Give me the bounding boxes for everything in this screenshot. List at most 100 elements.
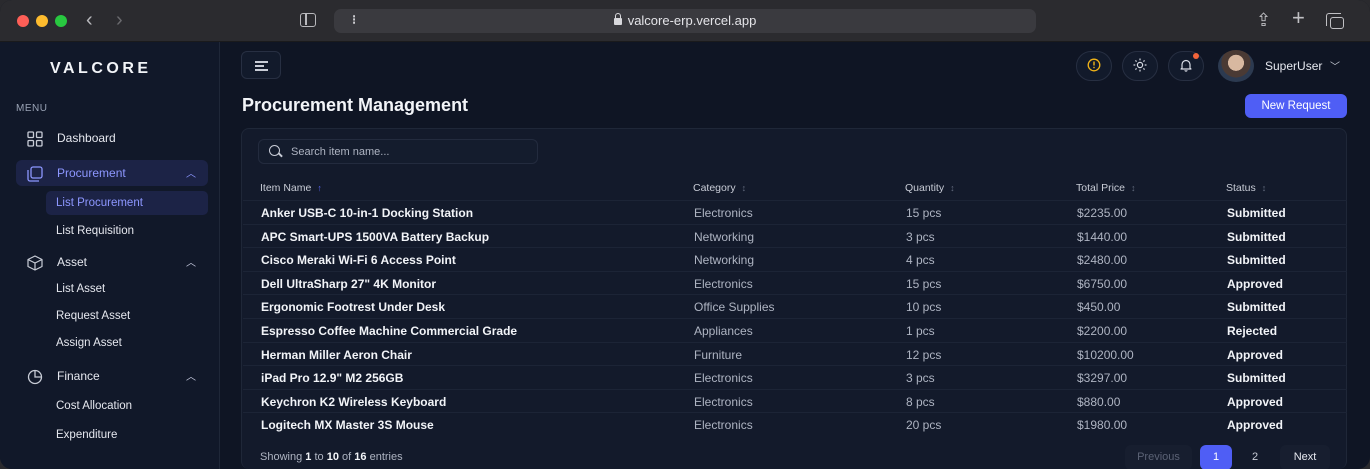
sidebar-subitem-label: Request Asset <box>56 310 131 322</box>
notification-dot <box>1193 53 1199 59</box>
forward-arrow-icon[interactable]: › <box>116 10 123 30</box>
cube-icon <box>27 255 43 271</box>
cell-total-price: $2200.00 <box>1077 324 1128 338</box>
new-request-button[interactable]: New Request <box>1245 94 1347 118</box>
table-row[interactable]: Herman Miller Aeron Chair Furniture 12 pcs… <box>243 341 1347 366</box>
sidebar-subitem-list-procurement[interactable]: List Procurement <box>46 191 208 215</box>
table-row[interactable]: iPad Pro 12.9" M2 256GB Electronics 3 pcs $… <box>243 365 1347 389</box>
search-box[interactable] <box>258 139 538 164</box>
entries-info: Showing 1 to 10 of 16 entries <box>260 451 403 463</box>
sort-icon[interactable]: ↕ <box>1131 183 1136 193</box>
entries-from: 1 <box>305 451 312 463</box>
cell-quantity: 1 pcs <box>906 324 935 338</box>
table-row[interactable]: Ergonomic Footrest Under Desk Office Supp… <box>243 294 1347 318</box>
sort-icon[interactable]: ↕ <box>950 183 955 193</box>
cell-item-name: Herman Miller Aeron Chair <box>261 347 412 362</box>
chevron-up-icon[interactable]: ︿ <box>186 368 196 383</box>
cell-item-name: Anker USB-C 10-in-1 Docking Station <box>261 206 474 220</box>
avatar[interactable] <box>1218 50 1254 82</box>
column-header-label: Category <box>693 182 736 194</box>
cell-total-price: $2480.00 <box>1077 253 1128 268</box>
page-1-button[interactable]: 1 <box>1200 445 1232 469</box>
address-bar[interactable]: ⁝ valcore-erp.vercel.app <box>334 9 1036 33</box>
entries-total: 16 <box>354 451 367 463</box>
sidebar-subitem-assign-asset[interactable]: Assign Asset <box>46 331 208 355</box>
table-row[interactable]: Dell UltraSharp 27" 4K Monitor Electronic… <box>243 270 1347 295</box>
page-2-button[interactable]: 2 <box>1240 445 1270 469</box>
entries-to-word: to <box>314 451 324 463</box>
cell-total-price: $1980.00 <box>1077 418 1128 433</box>
previous-page-button[interactable]: Previous <box>1125 445 1192 469</box>
column-header-item-name[interactable]: Item Name ↑ <box>260 182 322 194</box>
theme-toggle-button[interactable] <box>1122 51 1158 81</box>
table-row[interactable]: APC Smart-UPS 1500VA Battery Backup Netwo… <box>243 223 1347 248</box>
browser-window: ‹ › ⁝ valcore-erp.vercel.app ⇪ + VALCORE… <box>0 0 1370 469</box>
column-header-label: Item Name <box>260 182 312 194</box>
sidebar-item-asset[interactable]: Asset ︿ <box>16 249 208 275</box>
sort-icon[interactable]: ↕ <box>1262 183 1267 193</box>
sort-icon[interactable]: ↕ <box>742 183 747 193</box>
cell-status: Approved <box>1227 347 1284 362</box>
table-row[interactable]: Cisco Meraki Wi-Fi 6 Access Point Network… <box>243 247 1347 271</box>
sidebar-subitem-cost-allocation[interactable]: Cost Allocation <box>46 394 208 418</box>
column-header-quantity[interactable]: Quantity ↕ <box>905 182 955 194</box>
info-button[interactable] <box>1076 51 1112 81</box>
sidebar-subitem-label: Cost Allocation <box>56 400 133 412</box>
sidebar-subitem-list-asset[interactable]: List Asset <box>46 277 208 301</box>
cell-quantity: 10 pcs <box>906 300 942 315</box>
next-page-button[interactable]: Next <box>1280 445 1330 469</box>
cell-category: Electronics <box>694 371 753 386</box>
menu-icon-line <box>255 65 264 67</box>
column-header-category[interactable]: Category ↕ <box>693 182 746 194</box>
back-arrow-icon[interactable]: ‹ <box>86 10 93 30</box>
sidebar-toggle-icon[interactable] <box>300 13 316 27</box>
sun-icon <box>1123 58 1157 75</box>
sidebar-item-dashboard[interactable]: Dashboard <box>16 125 208 151</box>
username[interactable]: SuperUser <box>1265 59 1322 73</box>
sidebar-item-finance[interactable]: Finance ︿ <box>16 363 208 389</box>
cell-total-price: $6750.00 <box>1077 276 1128 291</box>
sidebar-subitem-label: Expenditure <box>56 429 118 441</box>
sidebar-subitem-label: List Requisition <box>56 225 134 237</box>
chevron-down-icon[interactable]: ﹀ <box>1330 58 1340 73</box>
chevron-up-icon[interactable]: ︿ <box>186 254 196 269</box>
sidebar-subitem-label: Assign Asset <box>56 337 122 349</box>
chevron-up-icon[interactable]: ︿ <box>186 165 196 180</box>
cell-item-name: APC Smart-UPS 1500VA Battery Backup <box>261 229 490 244</box>
cell-item-name: Espresso Coffee Machine Commercial Grade <box>261 324 518 338</box>
cell-status: Rejected <box>1227 324 1278 338</box>
sidebar-subitem-request-asset[interactable]: Request Asset <box>46 304 208 328</box>
entries-of-word: of <box>342 451 352 463</box>
cell-status: Approved <box>1227 394 1284 409</box>
table-row[interactable]: Espresso Coffee Machine Commercial Grade… <box>243 318 1347 342</box>
table-row[interactable]: Keychron K2 Wireless Keyboard Electronics… <box>243 388 1347 413</box>
sidebar-subitem-label: List Asset <box>56 283 106 295</box>
cell-status: Submitted <box>1227 253 1286 268</box>
brand-logo[interactable]: VALCORE <box>50 60 152 78</box>
share-icon[interactable]: ⇪ <box>1256 10 1271 30</box>
menu-toggle-button[interactable] <box>241 51 281 79</box>
menu-section-label: MENU <box>16 103 48 114</box>
browser-chrome: ‹ › ⁝ valcore-erp.vercel.app ⇪ + <box>0 0 1370 42</box>
close-window-button[interactable] <box>17 15 29 27</box>
minimize-window-button[interactable] <box>36 15 48 27</box>
tab-overview-icon[interactable] <box>1326 10 1344 30</box>
page-title: Procurement Management <box>242 95 469 115</box>
sort-ascending-icon[interactable]: ↑ <box>317 183 322 193</box>
sidebar-subitem-list-requisition[interactable]: List Requisition <box>46 219 208 243</box>
table-row[interactable]: Anker USB-C 10-in-1 Docking Station Elect… <box>243 200 1347 224</box>
table-row[interactable]: Logitech MX Master 3S Mouse Electronics 20… <box>243 412 1347 436</box>
column-header-status[interactable]: Status ↕ <box>1226 182 1266 194</box>
maximize-window-button[interactable] <box>55 15 67 27</box>
notifications-button[interactable] <box>1168 51 1204 81</box>
cell-category: Electronics <box>694 418 753 433</box>
column-header-total-price[interactable]: Total Price ↕ <box>1076 182 1136 194</box>
sidebar-item-procurement[interactable]: Procurement ︿ <box>16 160 208 186</box>
url-label: valcore-erp.vercel.app <box>627 13 757 28</box>
sidebar-subitem-expenditure[interactable]: Expenditure <box>46 423 208 447</box>
cell-category: Office Supplies <box>694 300 775 315</box>
top-bar: SuperUser ﹀ <box>221 42 1370 92</box>
menu-icon-line <box>255 69 268 71</box>
search-input[interactable] <box>291 144 531 160</box>
new-tab-icon[interactable]: + <box>1292 7 1305 29</box>
